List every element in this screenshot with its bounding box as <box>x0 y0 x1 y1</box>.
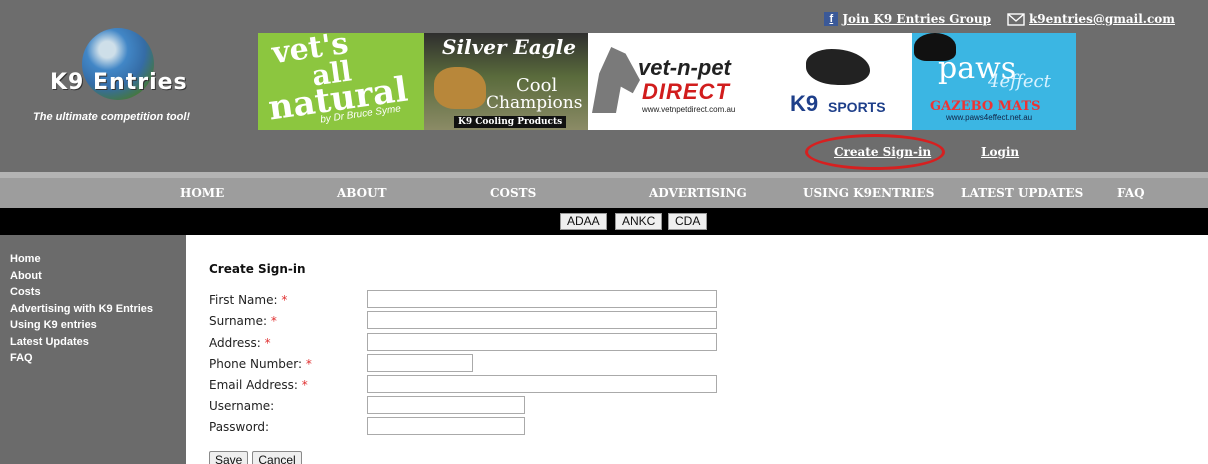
banner-text: SPORTS <box>828 99 886 115</box>
address-field[interactable] <box>367 333 717 351</box>
sidebar: Home About Costs Advertising with K9 Ent… <box>0 235 186 464</box>
required-marker: * <box>305 357 312 371</box>
horse-icon <box>592 47 640 113</box>
banner-text: GAZEBO MATS <box>930 99 1041 114</box>
banner-text: www.vetnpetdirect.com.au <box>642 105 736 114</box>
nav-faq[interactable]: FAQ <box>1117 186 1145 200</box>
dog-image <box>434 67 486 109</box>
sidebar-item-latest-updates[interactable]: Latest Updates <box>10 334 176 351</box>
sidebar-item-faq[interactable]: FAQ <box>10 350 176 367</box>
banner-k9-sports[interactable]: K9 SPORTS <box>776 33 912 130</box>
sponsor-banners: vet's all natural by Dr Bruce Syme Silve… <box>258 33 1208 130</box>
email-link[interactable]: k9entries@gmail.com <box>1007 12 1175 26</box>
banner-text: Champions <box>486 93 583 113</box>
banner-vet-n-pet-direct[interactable]: vet-n-pet DIRECT www.vetnpetdirect.com.a… <box>588 33 776 130</box>
sidebar-item-about[interactable]: About <box>10 268 176 285</box>
phone-row: Phone Number: * <box>209 354 909 374</box>
phone-label: Phone Number: * <box>209 357 312 371</box>
k9-entries-logo[interactable]: K9 Entries The ultimate competition tool… <box>30 28 220 133</box>
address-row: Address: * <box>209 333 909 353</box>
nav-latest-updates[interactable]: LATEST UPDATES <box>961 186 1083 200</box>
main-nav: HOME ABOUT COSTS ADVERTISING USING K9ENT… <box>0 172 1208 208</box>
first-name-row: First Name: * <box>209 290 909 310</box>
sidebar-item-using-k9-entries[interactable]: Using K9 entries <box>10 317 176 334</box>
org-subnav: ADAA ANKC CDA <box>0 208 1208 235</box>
first-name-field[interactable] <box>367 290 717 308</box>
banner-paws4effect[interactable]: paws 4effect GAZEBO MATS www.paws4effect… <box>912 33 1076 130</box>
phone-number-field[interactable] <box>367 354 473 372</box>
address-label: Address: * <box>209 336 271 350</box>
logo-tagline: The ultimate competition tool! <box>33 111 191 123</box>
first-name-label: First Name: * <box>209 293 288 307</box>
top-links: f Join K9 Entries Group k9entries@gmail.… <box>824 10 1175 28</box>
password-field[interactable] <box>367 417 525 435</box>
subnav-cda[interactable]: CDA <box>668 213 708 230</box>
username-field[interactable] <box>367 396 525 414</box>
nav-about[interactable]: ABOUT <box>337 186 387 200</box>
nav-costs[interactable]: COSTS <box>490 186 536 200</box>
required-marker: * <box>301 378 308 392</box>
banner-text: Silver Eagle <box>442 35 576 59</box>
form-title: Create Sign-in <box>209 262 306 276</box>
required-marker: * <box>270 314 277 328</box>
form-buttons: Save Cancel <box>209 451 302 464</box>
sidebar-item-advertising[interactable]: Advertising with K9 Entries <box>10 301 176 318</box>
banner-text: DIRECT <box>642 79 730 104</box>
banner-text: K9 Cooling Products <box>454 116 567 128</box>
subnav-ankc[interactable]: ANKC <box>615 213 663 230</box>
create-signin-link[interactable]: Create Sign-in <box>834 145 931 159</box>
site-header: f Join K9 Entries Group k9entries@gmail.… <box>0 0 1208 172</box>
login-link[interactable]: Login <box>981 145 1019 159</box>
sidebar-item-home[interactable]: Home <box>10 251 176 268</box>
facebook-icon: f <box>824 12 839 26</box>
cancel-button[interactable]: Cancel <box>252 451 302 464</box>
auth-links: Create Sign-in Login <box>0 145 1208 161</box>
banner-text: vet-n-pet <box>638 55 731 80</box>
banner-text: 4effect <box>988 71 1051 92</box>
facebook-link-text: Join K9 Entries Group <box>842 12 991 26</box>
surname-row: Surname: * <box>209 311 909 331</box>
banner-silver-eagle[interactable]: Silver Eagle Cool Champions K9 Cooling P… <box>424 33 588 130</box>
facebook-group-link[interactable]: f Join K9 Entries Group <box>824 12 991 26</box>
subnav-adaa[interactable]: ADAA <box>560 213 607 230</box>
email-address-field[interactable] <box>367 375 717 393</box>
signin-form: Create Sign-in First Name: * Surname: * … <box>209 262 1189 464</box>
sidebar-item-costs[interactable]: Costs <box>10 284 176 301</box>
required-marker: * <box>264 336 271 350</box>
surname-label: Surname: * <box>209 314 277 328</box>
password-label: Password: <box>209 420 270 434</box>
nav-home[interactable]: HOME <box>180 186 224 200</box>
username-label: Username: <box>209 399 275 413</box>
mail-icon <box>1007 12 1025 26</box>
nav-using-k9entries[interactable]: USING K9ENTRIES <box>803 186 934 200</box>
nav-advertising[interactable]: ADVERTISING <box>649 186 747 200</box>
password-row: Password: <box>209 417 909 437</box>
email-label: Email Address: * <box>209 378 308 392</box>
banner-vets-all-natural[interactable]: vet's all natural by Dr Bruce Syme <box>258 33 424 130</box>
username-row: Username: <box>209 396 909 416</box>
surname-field[interactable] <box>367 311 717 329</box>
email-row: Email Address: * <box>209 375 909 395</box>
banner-text: www.paws4effect.net.au <box>946 113 1033 122</box>
required-marker: * <box>281 293 288 307</box>
save-button[interactable]: Save <box>209 451 249 464</box>
banner-text: K9 <box>790 91 819 116</box>
logo-text: K9 Entries <box>50 70 188 95</box>
email-link-text: k9entries@gmail.com <box>1028 12 1175 26</box>
dog-icon <box>806 49 870 85</box>
